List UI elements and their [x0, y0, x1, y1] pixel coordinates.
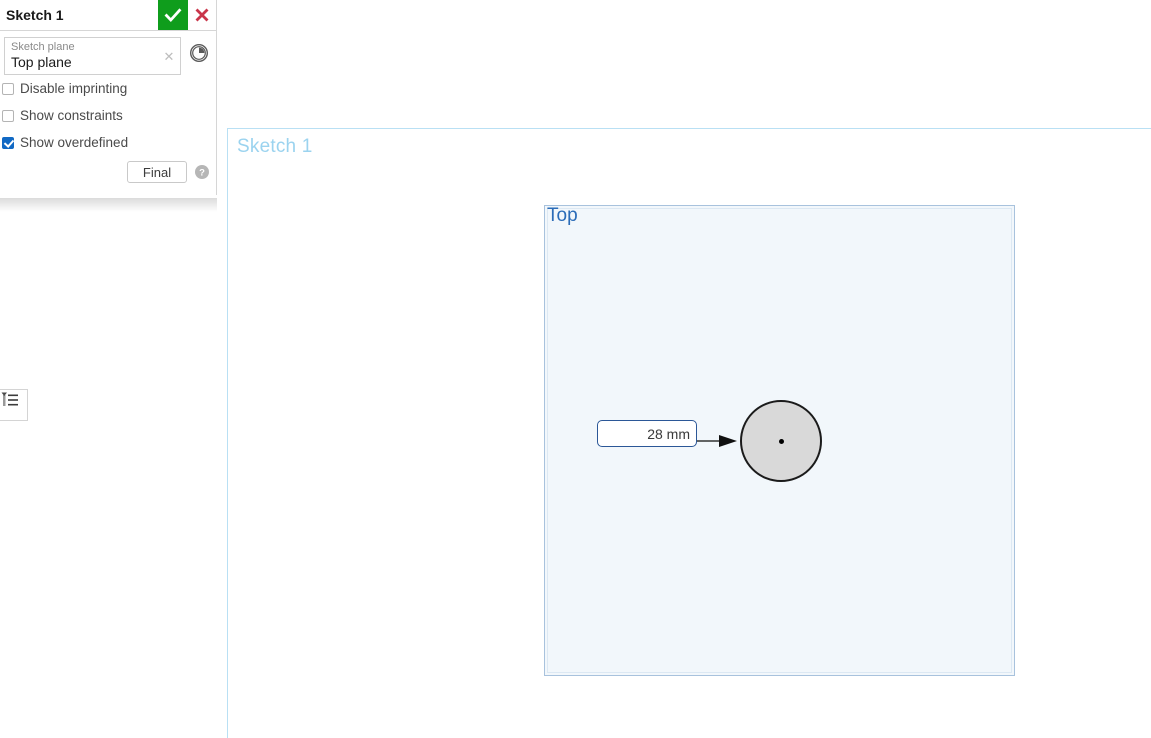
checkbox-label-show-overdefined: Show overdefined: [20, 135, 129, 150]
dialog-header: Sketch 1: [0, 0, 216, 31]
sketch-dialog-panel: Sketch 1 Sketch plane Top plane ✕ Disabl…: [0, 0, 217, 212]
close-icon: [195, 8, 209, 22]
checkbox-label-disable-imprinting: Disable imprinting: [20, 81, 128, 96]
checkbox-show-overdefined[interactable]: [2, 136, 14, 149]
accept-button[interactable]: [158, 0, 188, 30]
dialog-drop-shadow: [0, 198, 217, 212]
checkbox-disable-imprinting[interactable]: [2, 82, 14, 95]
dimension-input-box[interactable]: 28 mm: [597, 420, 697, 447]
application-window: Sketch 1 Top 28 mm Sketch 1 Sketch plane…: [0, 0, 1151, 738]
checkbox-row-show-overdefined[interactable]: Show overdefined: [0, 129, 216, 156]
checkbox-row-show-constraints[interactable]: Show constraints: [0, 102, 216, 129]
graphics-canvas[interactable]: Sketch 1 Top 28 mm: [227, 128, 1151, 738]
dimension-leader-line: [697, 435, 737, 447]
sketch-circle-center-point[interactable]: [779, 439, 784, 444]
checkbox-label-show-constraints: Show constraints: [20, 108, 123, 123]
dimension-value-text: 28 mm: [647, 425, 690, 442]
checkbox-show-constraints[interactable]: [2, 109, 14, 122]
dialog-title: Sketch 1: [6, 7, 64, 23]
canvas-sketch-title: Sketch 1: [237, 136, 313, 157]
feature-list-button[interactable]: [0, 389, 28, 421]
feature-list-icon: [1, 392, 18, 406]
clock-history-icon-button[interactable]: [186, 40, 212, 66]
check-icon: [164, 8, 182, 23]
sketch-plane-row: Sketch plane Top plane ✕: [0, 31, 216, 75]
dialog-footer: Final ?: [0, 156, 216, 189]
svg-text:?: ?: [199, 168, 205, 179]
final-button[interactable]: Final: [127, 161, 187, 183]
cancel-button[interactable]: [188, 0, 216, 30]
x-clear-icon[interactable]: ✕: [163, 50, 174, 63]
dialog-body: Sketch plane Top plane ✕ Disable imprint…: [0, 31, 216, 195]
sketch-plane-field[interactable]: Sketch plane Top plane ✕: [4, 37, 182, 75]
checkbox-row-disable-imprinting[interactable]: Disable imprinting: [0, 75, 216, 102]
help-circle-icon-button[interactable]: ?: [194, 164, 210, 180]
help-circle-icon: ?: [195, 165, 209, 179]
sketch-plane-field-label: Sketch plane: [11, 41, 75, 53]
sketch-plane-field-value: Top plane: [11, 54, 72, 70]
clock-history-icon: [190, 43, 209, 63]
sketch-plane-name-label: Top: [547, 205, 578, 226]
